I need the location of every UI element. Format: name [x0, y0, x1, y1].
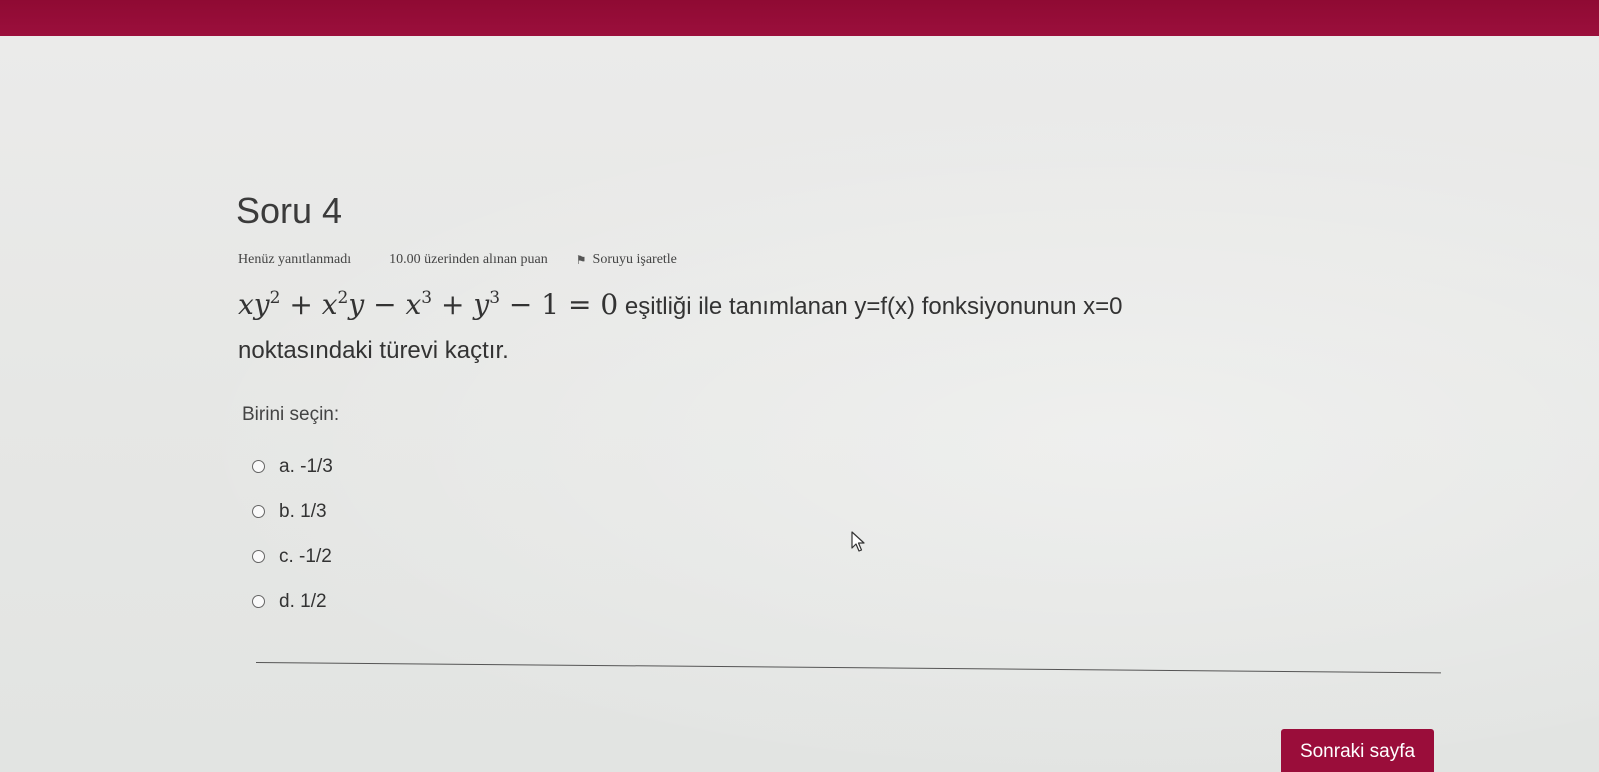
option-d[interactable]: d. 1/2 [252, 579, 552, 624]
option-b[interactable]: b. 1/3 [252, 489, 552, 534]
option-label: b. 1/3 [279, 500, 327, 522]
radio-button[interactable] [252, 595, 265, 608]
next-page-button[interactable]: Sonraki sayfa [1281, 729, 1434, 772]
choose-one-label: Birini seçin: [242, 404, 340, 425]
radio-button[interactable] [252, 505, 265, 518]
question-text-after: eşitliği ile tanımlanan y=f(x) fonksiyon… [624, 293, 1123, 320]
question-text-line2: noktasındaki türevi kaçtır. [238, 337, 509, 364]
flag-icon: ⚑ [575, 252, 587, 267]
flag-question-label: Soruyu işaretle [592, 252, 677, 267]
page-background [0, 36, 1599, 772]
radio-button[interactable] [252, 550, 265, 563]
question-info: Henüz yanıtlanmadı 10.00 üzerinden alına… [238, 252, 677, 268]
question-title: Soru 4 [236, 190, 343, 231]
option-a[interactable]: a. -1/3 [252, 444, 552, 489]
radio-button[interactable] [252, 460, 265, 473]
option-label: a. -1/3 [279, 455, 333, 477]
question-points: 10.00 üzerinden alınan puan [389, 252, 548, 267]
option-c[interactable]: c. -1/2 [252, 534, 552, 579]
answer-options: a. -1/3 b. 1/3 c. -1/2 d. 1/2 [252, 444, 552, 624]
question-status: Henüz yanıtlanmadı [238, 252, 352, 267]
equation: xy2 + x2y − x3 + y3 − 1 = 0 [238, 288, 619, 321]
browser-top-bar [0, 0, 1599, 36]
option-label: c. -1/2 [279, 545, 332, 567]
question-text: xy2 + x2y − x3 + y3 − 1 = 0 eşitliği ile… [238, 276, 1358, 373]
flag-question-link[interactable]: ⚑ Soruyu işaretle [576, 252, 677, 268]
mouse-pointer-icon [851, 531, 867, 558]
option-label: d. 1/2 [279, 590, 327, 612]
